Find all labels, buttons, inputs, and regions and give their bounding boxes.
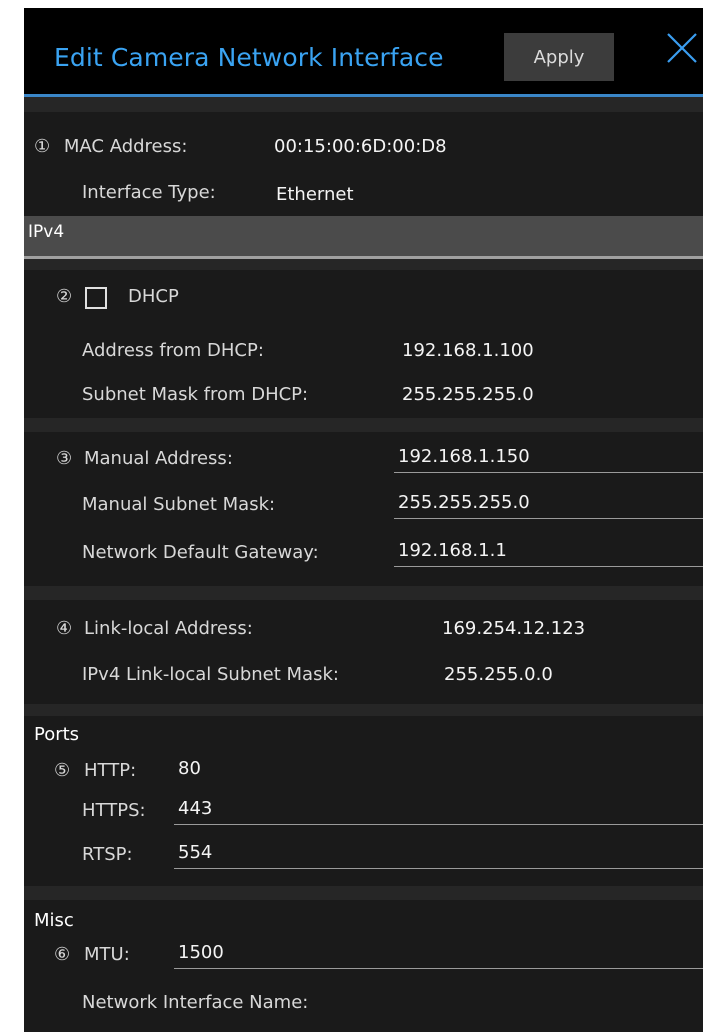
ipv4-divider bbox=[24, 256, 703, 259]
manual-address-value: 192.168.1.150 bbox=[398, 446, 530, 467]
apply-button[interactable]: Apply bbox=[504, 33, 614, 81]
ipv4-header: IPv4 bbox=[24, 216, 703, 256]
dialog-title: Edit Camera Network Interface bbox=[54, 43, 444, 72]
section-number-4: ④ bbox=[56, 618, 73, 639]
dhcp-section: ② DHCP Address from DHCP: 192.168.1.100 … bbox=[24, 270, 703, 418]
mac-address-label: MAC Address: bbox=[63, 136, 188, 157]
mtu-value: 1500 bbox=[178, 942, 224, 963]
manual-address-input[interactable]: 192.168.1.150 bbox=[394, 442, 703, 473]
manual-address-section: ③ Manual Address: 192.168.1.150 Manual S… bbox=[24, 432, 703, 586]
interface-type-label: Interface Type: bbox=[82, 182, 216, 203]
ipv4-header-label: IPv4 bbox=[28, 222, 65, 242]
manual-address-label: Manual Address: bbox=[84, 448, 233, 469]
link-local-address-value: 169.254.12.123 bbox=[442, 618, 586, 639]
misc-header: Misc bbox=[34, 910, 74, 931]
link-local-address-label: Link-local Address: bbox=[84, 618, 253, 639]
link-local-mask-label: IPv4 Link-local Subnet Mask: bbox=[82, 664, 339, 685]
manual-mask-label: Manual Subnet Mask: bbox=[82, 494, 276, 515]
mac-address-value: 00:15:00:6D:00:D8 bbox=[274, 136, 447, 157]
dhcp-checkbox[interactable] bbox=[85, 287, 107, 309]
dhcp-checkbox-label: DHCP bbox=[128, 286, 179, 307]
manual-mask-value: 255.255.255.0 bbox=[398, 492, 530, 513]
title-bar: Edit Camera Network Interface Apply bbox=[24, 8, 703, 96]
https-input[interactable]: 443 bbox=[174, 794, 703, 825]
rtsp-label: RTSP: bbox=[82, 844, 133, 865]
rtsp-input[interactable]: 554 bbox=[174, 838, 703, 869]
http-input[interactable]: 80 bbox=[174, 754, 703, 784]
section-number-3: ③ bbox=[56, 448, 73, 469]
section-number-6: ⑥ bbox=[54, 944, 71, 965]
https-label: HTTPS: bbox=[82, 800, 146, 821]
mtu-label: MTU: bbox=[84, 944, 130, 965]
section-number-1: ① bbox=[34, 136, 51, 157]
link-local-mask-value: 255.255.0.0 bbox=[444, 664, 553, 685]
https-value: 443 bbox=[178, 798, 213, 819]
link-local-section: ④ Link-local Address: 169.254.12.123 IPv… bbox=[24, 600, 703, 704]
section-number-2: ② bbox=[56, 286, 73, 307]
identity-section: ① MAC Address: 00:15:00:6D:00:D8 Interfa… bbox=[24, 112, 703, 216]
dhcp-mask-value: 255.255.255.0 bbox=[402, 384, 534, 405]
manual-mask-input[interactable]: 255.255.255.0 bbox=[394, 488, 703, 519]
gateway-label: Network Default Gateway: bbox=[82, 542, 319, 563]
http-value: 80 bbox=[178, 758, 201, 779]
dhcp-mask-label: Subnet Mask from DHCP: bbox=[82, 384, 309, 405]
interface-name-label: Network Interface Name: bbox=[82, 992, 309, 1013]
dhcp-address-value: 192.168.1.100 bbox=[402, 340, 534, 361]
mtu-input[interactable]: 1500 bbox=[174, 938, 703, 969]
close-icon[interactable] bbox=[664, 30, 700, 66]
misc-section: Misc ⑥ MTU: 1500 Network Interface Name: bbox=[24, 900, 703, 1032]
rtsp-value: 554 bbox=[178, 842, 213, 863]
dhcp-address-label: Address from DHCP: bbox=[82, 340, 264, 361]
interface-type-value: Ethernet bbox=[276, 184, 354, 205]
gateway-input[interactable]: 192.168.1.1 bbox=[394, 536, 703, 567]
mac-address-row: ① MAC Address: bbox=[34, 136, 187, 157]
edit-network-interface-dialog: Edit Camera Network Interface Apply ① MA… bbox=[24, 8, 703, 1032]
ports-section: Ports ⑤ HTTP: 80 HTTPS: 443 RTSP: 554 bbox=[24, 716, 703, 886]
section-number-5: ⑤ bbox=[54, 760, 71, 781]
gateway-value: 192.168.1.1 bbox=[398, 540, 507, 561]
http-label: HTTP: bbox=[84, 760, 137, 781]
ports-header: Ports bbox=[34, 724, 80, 745]
title-accent-line bbox=[24, 94, 703, 97]
